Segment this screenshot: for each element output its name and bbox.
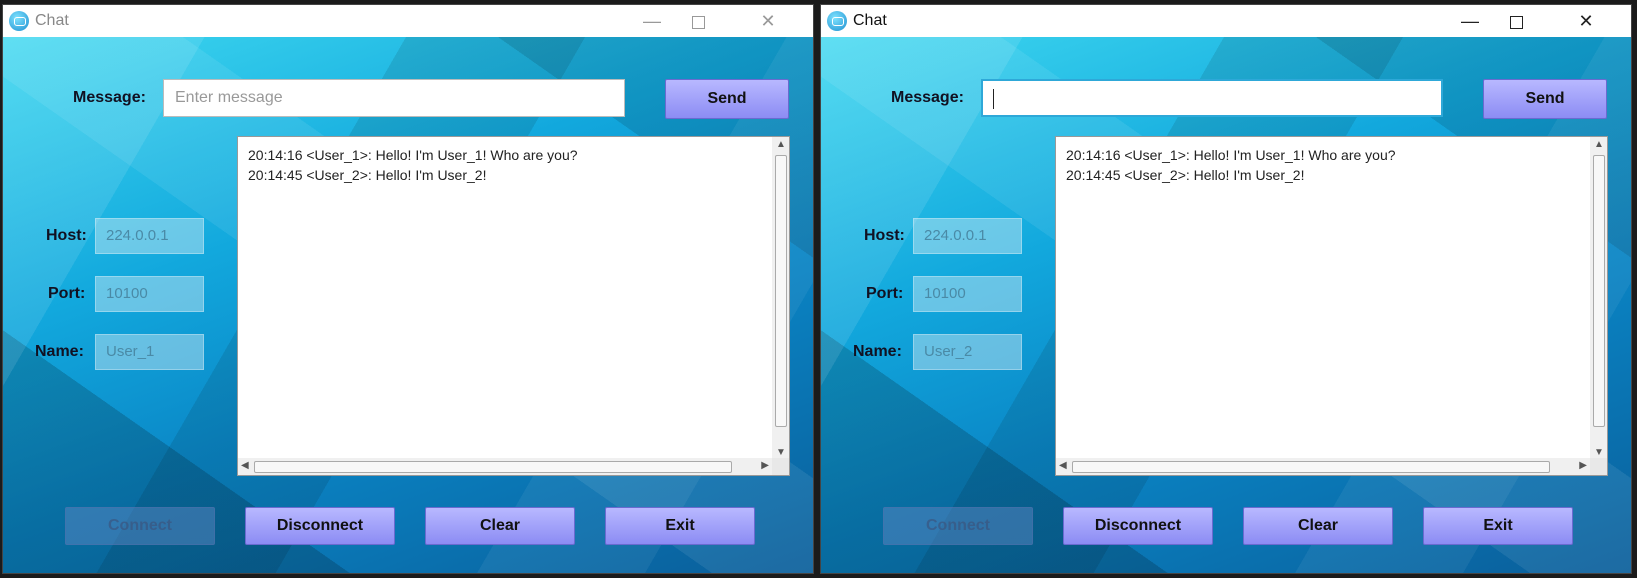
chat-window-1: Chat — ✕ Message: Enter message Send Hos… (2, 4, 814, 574)
minimize-icon[interactable]: — (629, 5, 675, 37)
disconnect-button[interactable]: Disconnect (245, 507, 395, 545)
chat-log-text: 20:14:16 <User_1>: Hello! I'm User_1! Wh… (248, 145, 578, 185)
chat-log[interactable]: 20:14:16 <User_1>: Hello! I'm User_1! Wh… (237, 136, 790, 476)
clear-button[interactable]: Clear (1243, 507, 1393, 545)
window-title: Chat (853, 12, 887, 29)
vertical-scroll-thumb[interactable] (1593, 155, 1605, 427)
chat-panel: Message: Send Host: 224.0.0.1 Port: 1010… (821, 37, 1631, 573)
port-label: Port: (866, 285, 904, 302)
disconnect-button[interactable]: Disconnect (1063, 507, 1213, 545)
window-title: Chat (35, 12, 69, 29)
scroll-corner (772, 458, 789, 475)
horizontal-scrollbar[interactable]: ◀ ▶ (1056, 458, 1592, 475)
host-field[interactable]: 224.0.0.1 (913, 218, 1022, 254)
message-input[interactable]: Enter message (163, 79, 625, 117)
host-label: Host: (46, 227, 87, 244)
chat-panel: Message: Enter message Send Host: 224.0.… (3, 37, 813, 573)
port-label: Port: (48, 285, 86, 302)
scroll-right-icon[interactable]: ▶ (761, 460, 769, 471)
scroll-corner (1590, 458, 1607, 475)
vertical-scrollbar[interactable]: ▲ ▼ (772, 137, 789, 460)
close-icon[interactable]: ✕ (745, 5, 791, 37)
send-button[interactable]: Send (1483, 79, 1607, 119)
message-input[interactable] (981, 79, 1443, 117)
chat-log-line: 20:14:45 <User_2>: Hello! I'm User_2! (1066, 167, 1305, 183)
scroll-down-icon[interactable]: ▼ (1594, 447, 1604, 458)
exit-button[interactable]: Exit (1423, 507, 1573, 545)
chat-log-line: 20:14:16 <User_1>: Hello! I'm User_1! Wh… (1066, 147, 1396, 163)
port-field[interactable]: 10100 (913, 276, 1022, 312)
chat-log-text: 20:14:16 <User_1>: Hello! I'm User_1! Wh… (1066, 145, 1396, 185)
scroll-down-icon[interactable]: ▼ (776, 447, 786, 458)
vertical-scrollbar[interactable]: ▲ ▼ (1590, 137, 1607, 460)
maximize-icon[interactable] (1493, 5, 1539, 37)
horizontal-scroll-thumb[interactable] (254, 461, 732, 473)
chat-window-2: Chat — ✕ Message: Send Host: 224.0.0.1 P… (820, 4, 1632, 574)
chat-log[interactable]: 20:14:16 <User_1>: Hello! I'm User_1! Wh… (1055, 136, 1608, 476)
name-field[interactable]: User_1 (95, 334, 204, 370)
close-icon[interactable]: ✕ (1563, 5, 1609, 37)
chat-log-line: 20:14:16 <User_1>: Hello! I'm User_1! Wh… (248, 147, 578, 163)
host-label: Host: (864, 227, 905, 244)
port-field[interactable]: 10100 (95, 276, 204, 312)
text-caret (993, 89, 994, 109)
message-label: Message: (891, 89, 964, 106)
title-bar[interactable]: Chat — ✕ (821, 5, 1631, 37)
chat-bubble-icon (827, 11, 847, 31)
chat-bubble-icon (9, 11, 29, 31)
horizontal-scrollbar[interactable]: ◀ ▶ (238, 458, 774, 475)
scroll-left-icon[interactable]: ◀ (1059, 460, 1067, 471)
scroll-up-icon[interactable]: ▲ (1594, 139, 1604, 150)
host-field[interactable]: 224.0.0.1 (95, 218, 204, 254)
chat-log-line: 20:14:45 <User_2>: Hello! I'm User_2! (248, 167, 487, 183)
maximize-icon[interactable] (675, 5, 721, 37)
scroll-right-icon[interactable]: ▶ (1579, 460, 1587, 471)
minimize-icon[interactable]: — (1447, 5, 1493, 37)
vertical-scroll-thumb[interactable] (775, 155, 787, 427)
title-bar[interactable]: Chat — ✕ (3, 5, 813, 37)
send-button[interactable]: Send (665, 79, 789, 119)
scroll-up-icon[interactable]: ▲ (776, 139, 786, 150)
name-label: Name: (853, 343, 902, 360)
connect-button[interactable]: Connect (883, 507, 1033, 545)
clear-button[interactable]: Clear (425, 507, 575, 545)
message-label: Message: (73, 89, 146, 106)
horizontal-scroll-thumb[interactable] (1072, 461, 1550, 473)
exit-button[interactable]: Exit (605, 507, 755, 545)
name-field[interactable]: User_2 (913, 334, 1022, 370)
scroll-left-icon[interactable]: ◀ (241, 460, 249, 471)
name-label: Name: (35, 343, 84, 360)
connect-button[interactable]: Connect (65, 507, 215, 545)
